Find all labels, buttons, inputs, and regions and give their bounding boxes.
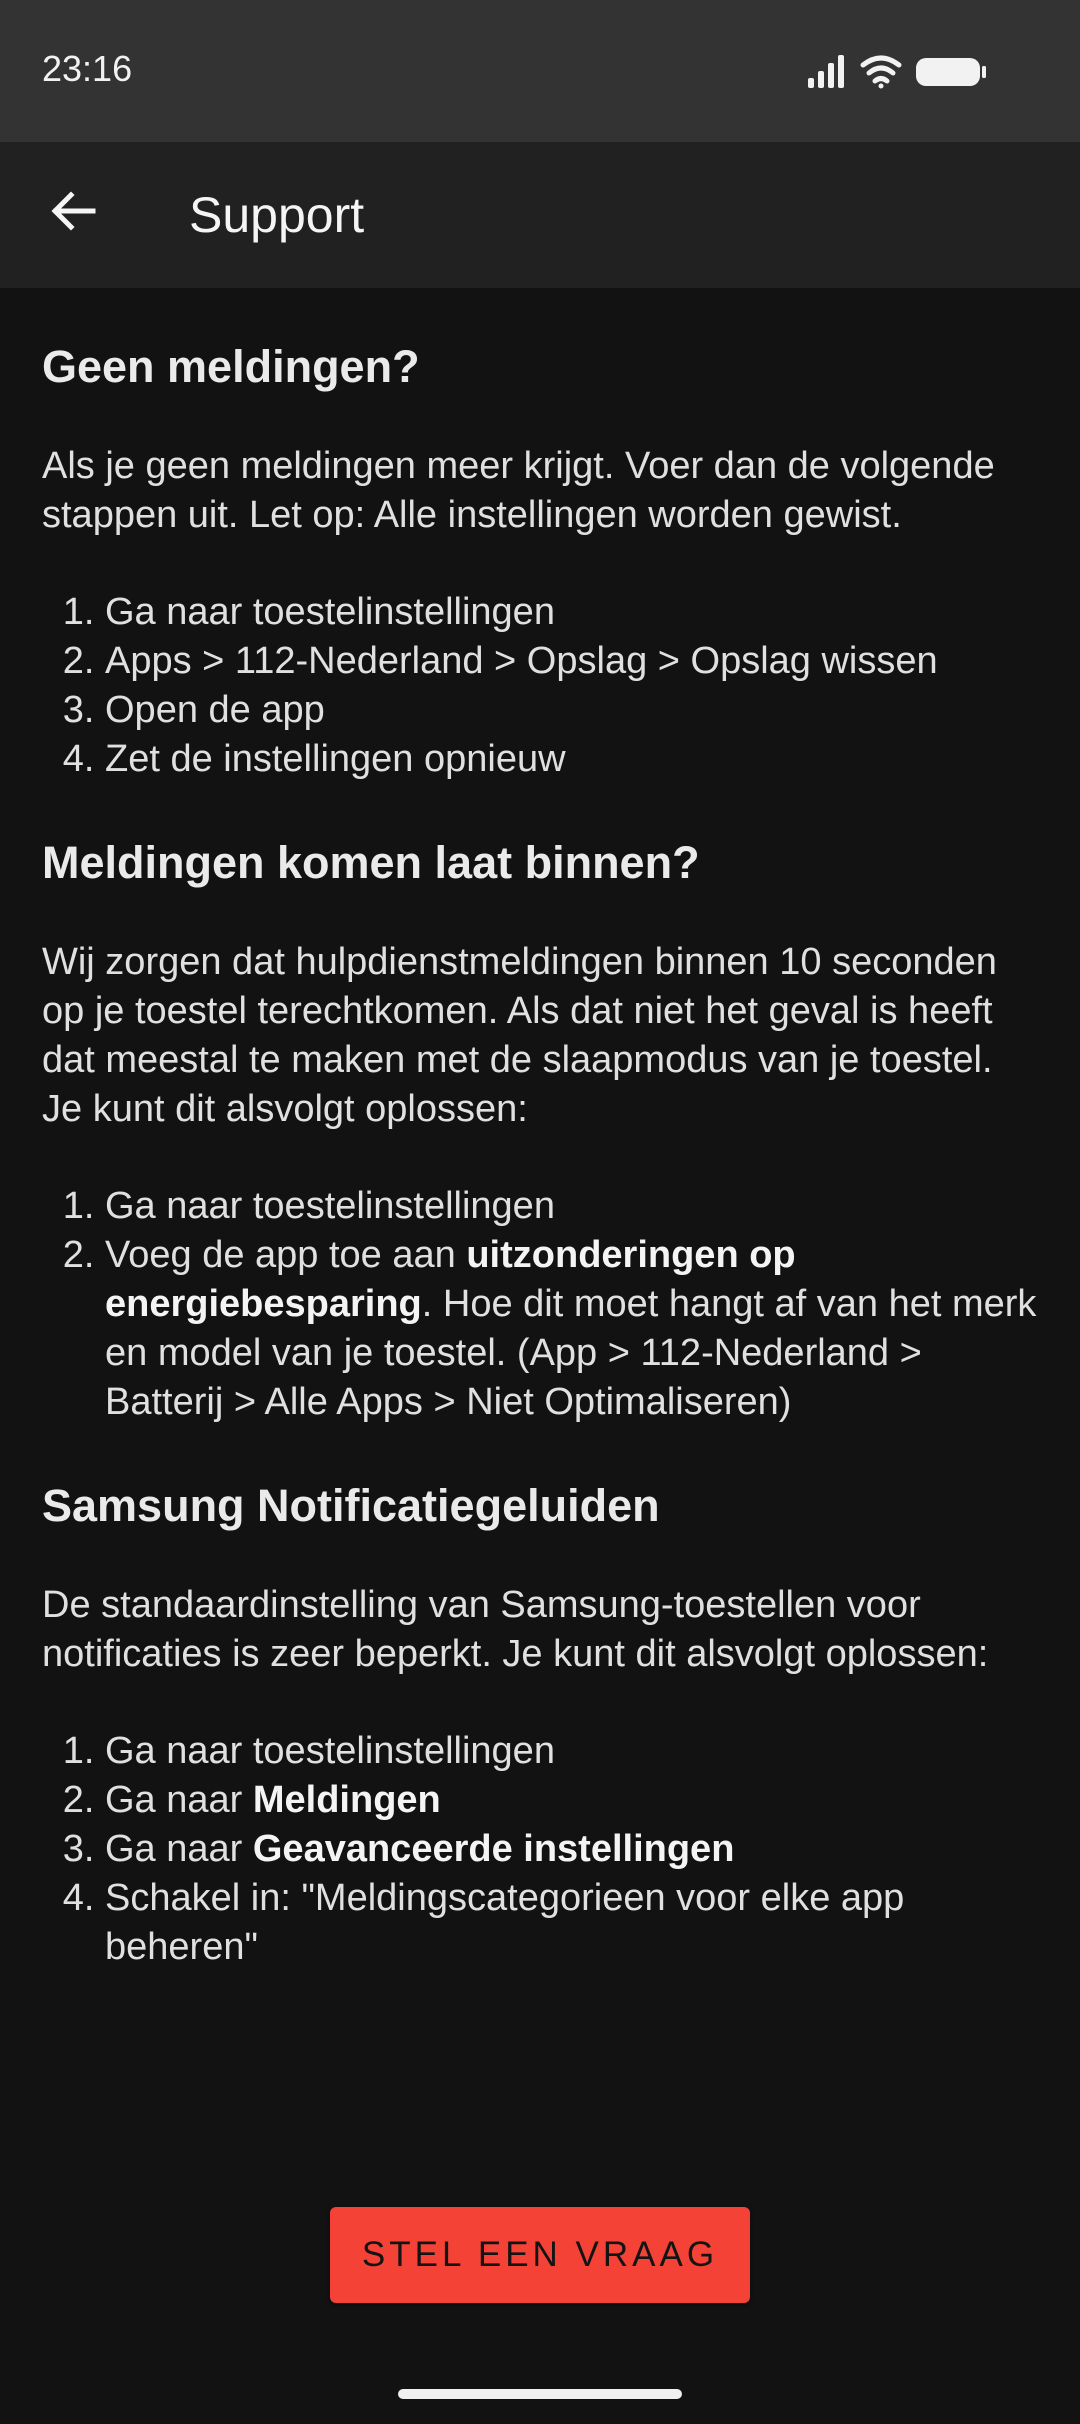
step-text: Ga naar toestelinstellingen	[105, 591, 555, 633]
section-samsung-sounds: Samsung Notificatiegeluiden De standaard…	[42, 1479, 1038, 1972]
section-late-notifications: Meldingen komen laat binnen? Wij zorgen …	[42, 836, 1038, 1427]
section-text: Wij zorgen dat hulpdienstmeldingen binne…	[42, 941, 997, 1130]
section-no-notifications: Geen meldingen? Als je geen meldingen me…	[42, 340, 1038, 784]
wifi-icon	[860, 55, 902, 89]
step-text-bold: Meldingen	[252, 1779, 441, 1821]
status-time: 23:16	[42, 48, 133, 89]
back-button[interactable]	[36, 172, 114, 250]
page-title: Support	[189, 187, 365, 243]
section-text: Als je geen meldingen meer krijgt. Voer …	[42, 445, 995, 536]
step-text: Voeg de app toe aan	[105, 1234, 467, 1276]
step-item: Ga naar Meldingen	[105, 1776, 1038, 1825]
section-title: Geen meldingen?	[42, 341, 420, 392]
step-item: Schakel in: "Meldingscategorieen voor el…	[105, 1874, 1038, 1972]
step-item: Open de app	[105, 686, 1038, 735]
step-text: Ga naar	[105, 1779, 253, 1821]
step-item: Ga naar Geavanceerde instellingen	[105, 1825, 1038, 1874]
steps-list: Ga naar toestelinstellingen Apps > 112-Ne…	[42, 588, 1038, 784]
section-text: De standaardinstelling van Samsung-toest…	[42, 1584, 989, 1675]
step-item: Ga naar toestelinstellingen	[105, 1727, 1038, 1776]
steps-list: Ga naar toestelinstellingenVoeg de app t…	[42, 1182, 1038, 1427]
section-title: Meldingen komen laat binnen?	[42, 837, 700, 888]
support-content: Geen meldingen? Als je geen meldingen me…	[42, 288, 1038, 1972]
step-item: Zet de instellingen opnieuw	[105, 735, 1038, 784]
step-text: Ga naar	[105, 1828, 253, 1870]
step-text: Ga naar toestelinstellingen	[105, 1730, 555, 1772]
ask-question-button[interactable]: STEL EEN VRAAG	[330, 2207, 750, 2303]
signal-icon	[808, 55, 844, 88]
section-title: Samsung Notificatiegeluiden	[42, 1480, 660, 1531]
step-text-bold: Geavanceerde instellingen	[252, 1828, 735, 1870]
status-bar: 23:16	[0, 0, 1080, 142]
home-indicator[interactable]	[398, 2389, 682, 2399]
app-bar: Support	[0, 142, 1080, 288]
battery-icon	[916, 58, 986, 86]
step-item: Voeg de app toe aan uitzonderingen op en…	[105, 1231, 1038, 1427]
step-item: Ga naar toestelinstellingen	[105, 1182, 1038, 1231]
steps-list: Ga naar toestelinstellingenGa naar Meldi…	[42, 1727, 1038, 1972]
status-icons	[808, 52, 1008, 92]
step-text: Zet de instellingen opnieuw	[105, 738, 566, 780]
arrow-left-icon	[51, 191, 96, 231]
step-item: Apps > 112-Nederland > Opslag > Opslag w…	[105, 637, 1038, 686]
step-text: Apps > 112-Nederland > Opslag > Opslag w…	[105, 640, 938, 682]
step-item: Ga naar toestelinstellingen	[105, 588, 1038, 637]
step-text: Schakel in: "Meldingscategorieen voor el…	[105, 1877, 905, 1968]
step-text: Open de app	[105, 689, 325, 731]
step-text: Ga naar toestelinstellingen	[105, 1185, 555, 1227]
